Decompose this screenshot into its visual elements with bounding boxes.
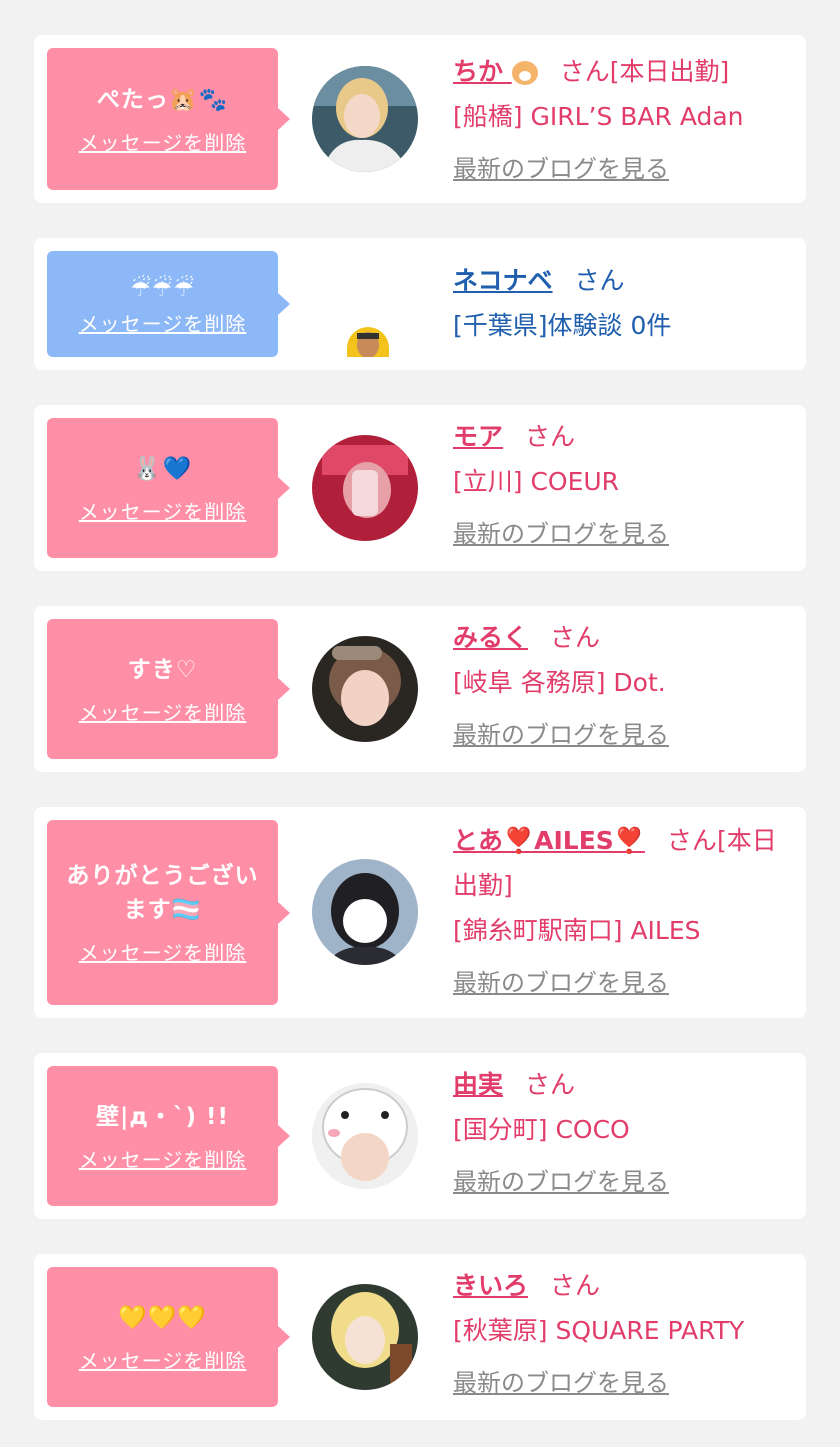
hamster-icon (511, 61, 538, 85)
honorific: さん (559, 57, 610, 86)
message-text: ☔☔☔ (130, 275, 195, 302)
status-badge: [本日出勤] (609, 57, 730, 86)
message-text: ありがとうございます🏳️‍⚧️ (66, 863, 259, 923)
message-text: 💛💛💛 (118, 1304, 207, 1331)
avatar[interactable] (347, 327, 389, 357)
sender-line: ネコナベ さん (453, 258, 793, 303)
shop-name: [錦糸町駅南口] AILES (453, 916, 701, 945)
message-bubble: 🐰💙 メッセージを削除 (47, 418, 290, 558)
message-bubble: ありがとうございます🏳️‍⚧️ メッセージを削除 (47, 820, 290, 1005)
sender-name-link[interactable]: モア (453, 422, 503, 451)
message-card-1: ぺたっ🐹🐾 メッセージを削除 ちか さん[本日出勤] [船橋] GIRL’S B… (34, 35, 806, 203)
delete-message-link[interactable]: メッセージを削除 (79, 937, 247, 966)
message-text: 壁|д・`) !! (96, 1103, 229, 1130)
latest-blog-link[interactable]: 最新のブログを見る (453, 713, 669, 758)
latest-blog-link[interactable]: 最新のブログを見る (453, 1361, 669, 1406)
message-bubble: 壁|д・`) !! メッセージを削除 (47, 1066, 290, 1206)
message-card-6: 壁|д・`) !! メッセージを削除 由実 さん [国分町] COCO 最新のブロ… (34, 1053, 806, 1219)
sender-line: とあ❣️AILES❣️ さん[本日出勤] (453, 818, 793, 908)
message-text: すき♡ (127, 656, 198, 683)
message-text: ぺたっ🐹🐾 (96, 86, 229, 113)
message-bubble: すき♡ メッセージを削除 (47, 619, 290, 759)
avatar[interactable] (312, 66, 418, 172)
sender-name-link[interactable]: とあ❣️AILES❣️ (453, 826, 645, 855)
sender-line: ちか さん[本日出勤] (453, 49, 793, 94)
sender-info: ちか さん[本日出勤] [船橋] GIRL’S BAR Adan 最新のブログを… (453, 49, 793, 192)
shop-name: [秋葉原] SQUARE PARTY (453, 1316, 745, 1345)
honorific: さん (666, 826, 717, 855)
shop-name: [国分町] COCO (453, 1115, 630, 1144)
sender-info: とあ❣️AILES❣️ さん[本日出勤] [錦糸町駅南口] AILES 最新のブロ… (453, 818, 793, 1006)
sender-name-link[interactable]: きいろ (453, 1271, 528, 1300)
honorific: さん (574, 266, 625, 295)
message-card-2: ☔☔☔ メッセージを削除 ネコナベ さん [千葉県]体験談 0件 (34, 238, 806, 370)
sender-info: みるく さん [岐阜 各務原] Dot. 最新のブログを見る (453, 615, 793, 758)
sender-name-link[interactable]: みるく (453, 623, 528, 652)
delete-message-link[interactable]: メッセージを削除 (79, 127, 247, 156)
message-text: 🐰💙 (132, 455, 193, 482)
message-card-4: すき♡ メッセージを削除 みるく さん [岐阜 各務原] Dot. 最新のブログを… (34, 606, 806, 772)
shop-name: [岐阜 各務原] Dot. (453, 668, 666, 697)
sender-name-link[interactable]: 由実 (453, 1070, 503, 1099)
avatar[interactable] (312, 1083, 418, 1189)
delete-message-link[interactable]: メッセージを削除 (79, 496, 247, 525)
message-bubble: ☔☔☔ メッセージを削除 (47, 251, 290, 357)
honorific: さん (525, 422, 576, 451)
message-bubble: ぺたっ🐹🐾 メッセージを削除 (47, 48, 290, 190)
shop-name: [船橋] GIRL’S BAR Adan (453, 102, 744, 131)
sender-line: みるく さん (453, 615, 793, 660)
sender-line: モア さん (453, 414, 793, 459)
shop-name: [立川] COEUR (453, 467, 620, 496)
honorific: さん (550, 1271, 601, 1300)
honorific: さん (525, 1070, 576, 1099)
sender-info: モア さん [立川] COEUR 最新のブログを見る (453, 414, 793, 557)
avatar[interactable] (312, 1284, 418, 1390)
latest-blog-link[interactable]: 最新のブログを見る (453, 961, 669, 1006)
avatar[interactable] (312, 859, 418, 965)
avatar[interactable] (312, 435, 418, 541)
sender-name-link[interactable]: ネコナベ (453, 266, 553, 295)
latest-blog-link[interactable]: 最新のブログを見る (453, 1160, 669, 1205)
message-card-7: 💛💛💛 メッセージを削除 きいろ さん [秋葉原] SQUARE PARTY 最新… (34, 1254, 806, 1420)
latest-blog-link[interactable]: 最新のブログを見る (453, 512, 669, 557)
message-bubble: 💛💛💛 メッセージを削除 (47, 1267, 290, 1407)
honorific: さん (550, 623, 601, 652)
sender-line: 由実 さん (453, 1062, 793, 1107)
sender-info: 由実 さん [国分町] COCO 最新のブログを見る (453, 1062, 793, 1205)
sender-line: きいろ さん (453, 1263, 793, 1308)
avatar[interactable] (312, 636, 418, 742)
message-card-5: ありがとうございます🏳️‍⚧️ メッセージを削除 とあ❣️AILES❣️ さん[本… (34, 807, 806, 1018)
delete-message-link[interactable]: メッセージを削除 (79, 1345, 247, 1374)
delete-message-link[interactable]: メッセージを削除 (79, 1144, 247, 1173)
sender-info: きいろ さん [秋葉原] SQUARE PARTY 最新のブログを見る (453, 1263, 793, 1406)
delete-message-link[interactable]: メッセージを削除 (79, 308, 247, 337)
latest-blog-link[interactable]: 最新のブログを見る (453, 147, 669, 192)
sender-info: ネコナベ さん [千葉県]体験談 0件 (453, 258, 793, 348)
delete-message-link[interactable]: メッセージを削除 (79, 697, 247, 726)
review-count: [千葉県]体験談 0件 (453, 311, 672, 340)
sender-name-link[interactable]: ちか (453, 57, 538, 86)
message-card-3: 🐰💙 メッセージを削除 モア さん [立川] COEUR 最新のブログを見る (34, 405, 806, 571)
